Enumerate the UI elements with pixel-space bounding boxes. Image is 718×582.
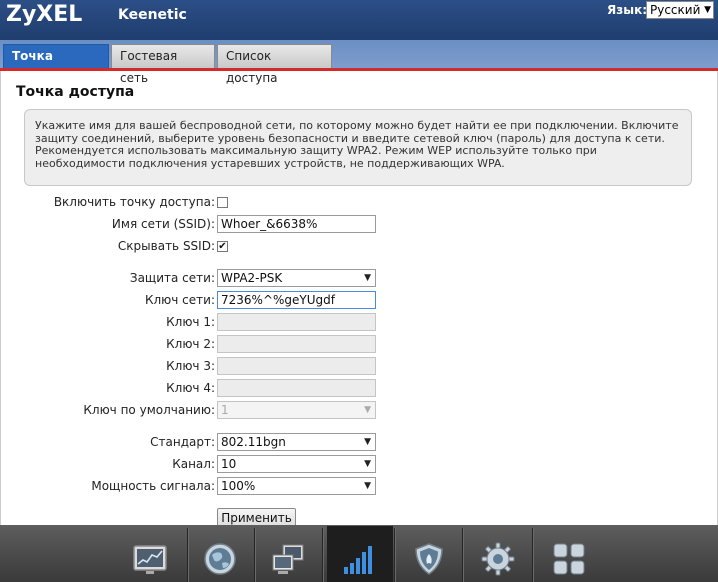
info-text: Укажите имя для вашей беспроводной сети,…	[35, 119, 679, 170]
chevron-down-icon: ▼	[364, 273, 371, 283]
product-name: Keenetic	[118, 7, 187, 23]
key2-input[interactable]	[217, 335, 376, 353]
tab-access-list[interactable]: Список доступа	[217, 44, 332, 85]
dock-separator	[394, 528, 395, 582]
security-select[interactable]: WPA2-PSK ▼	[217, 269, 376, 287]
standard-select[interactable]: 802.11bgn ▼	[217, 433, 376, 451]
tab-access-point[interactable]: Точка доступа	[3, 44, 109, 85]
dock-separator	[322, 528, 323, 582]
chevron-down-icon: ▼	[364, 405, 371, 415]
channel-label: Канал:	[172, 457, 215, 471]
dock-separator	[532, 528, 533, 582]
power-value: 100%	[221, 479, 256, 493]
info-box: Укажите имя для вашей беспроводной сети,…	[24, 109, 692, 186]
dock-system-monitor[interactable]	[124, 534, 176, 582]
computers-network-icon	[272, 544, 304, 574]
shield-icon	[415, 543, 443, 575]
grid-apps-icon	[553, 543, 585, 575]
network-key-label: Ключ сети:	[144, 293, 215, 307]
hide-ssid-label: Скрывать SSID:	[117, 239, 215, 253]
hide-ssid-checkbox[interactable]: ✔	[217, 241, 228, 252]
dock-home-network[interactable]	[262, 534, 314, 582]
enable-ap-checkbox[interactable]	[217, 197, 228, 208]
dock-internet[interactable]	[194, 534, 246, 582]
key1-label: Ключ 1:	[166, 315, 215, 329]
default-key-value: 1	[221, 403, 229, 417]
dock-security[interactable]	[403, 534, 455, 582]
key2-label: Ключ 2:	[166, 337, 215, 351]
chevron-down-icon: ▼	[364, 437, 371, 447]
zyxel-logo: ZyXEL	[6, 2, 83, 27]
chevron-down-icon: ▼	[704, 5, 711, 15]
language-select[interactable]: Русский ▼	[646, 1, 714, 19]
dock-separator	[462, 528, 463, 582]
dock-wifi[interactable]	[327, 526, 393, 582]
dock-system-settings[interactable]	[472, 534, 524, 582]
dock-separator	[187, 528, 188, 582]
chevron-down-icon: ▼	[364, 459, 371, 469]
tab-guest-network[interactable]: Гостевая сеть	[111, 44, 215, 85]
default-key-label: Ключ по умолчанию:	[83, 403, 215, 417]
key1-input[interactable]	[217, 313, 376, 331]
standard-value: 802.11bgn	[221, 435, 286, 449]
ssid-label: Имя сети (SSID):	[111, 217, 215, 231]
channel-value: 10	[221, 457, 237, 471]
security-label: Защита сети:	[129, 271, 215, 285]
key3-label: Ключ 3:	[166, 359, 215, 373]
channel-select[interactable]: 10 ▼	[217, 455, 376, 473]
ssid-input[interactable]: Whoer_&6638%	[217, 215, 376, 233]
key4-label: Ключ 4:	[166, 381, 215, 395]
page-title: Точка доступа	[16, 84, 135, 100]
chevron-down-icon: ▼	[364, 481, 371, 491]
gear-icon	[481, 542, 515, 576]
dock-applications[interactable]	[543, 534, 595, 582]
wifi-signal-bars-icon	[344, 546, 372, 574]
enable-ap-label: Включить точку доступа:	[53, 195, 215, 209]
globe-icon	[204, 543, 236, 575]
network-key-input[interactable]: 7236%^%geYUgdf	[217, 291, 376, 309]
standard-label: Стандарт:	[150, 435, 215, 449]
language-label: Язык:	[607, 3, 648, 17]
monitor-chart-icon	[133, 545, 167, 574]
security-value: WPA2-PSK	[221, 271, 283, 285]
power-label: Мощность сигнала:	[91, 479, 215, 493]
default-key-select[interactable]: 1 ▼	[217, 401, 376, 419]
key3-input[interactable]	[217, 357, 376, 375]
language-value: Русский	[650, 3, 701, 17]
app-header: ZyXEL Keenetic Язык: Русский ▼	[0, 0, 718, 40]
checkmark-icon: ✔	[218, 241, 227, 252]
key4-input[interactable]	[217, 379, 376, 397]
power-select[interactable]: 100% ▼	[217, 477, 376, 495]
dock-separator	[254, 528, 255, 582]
